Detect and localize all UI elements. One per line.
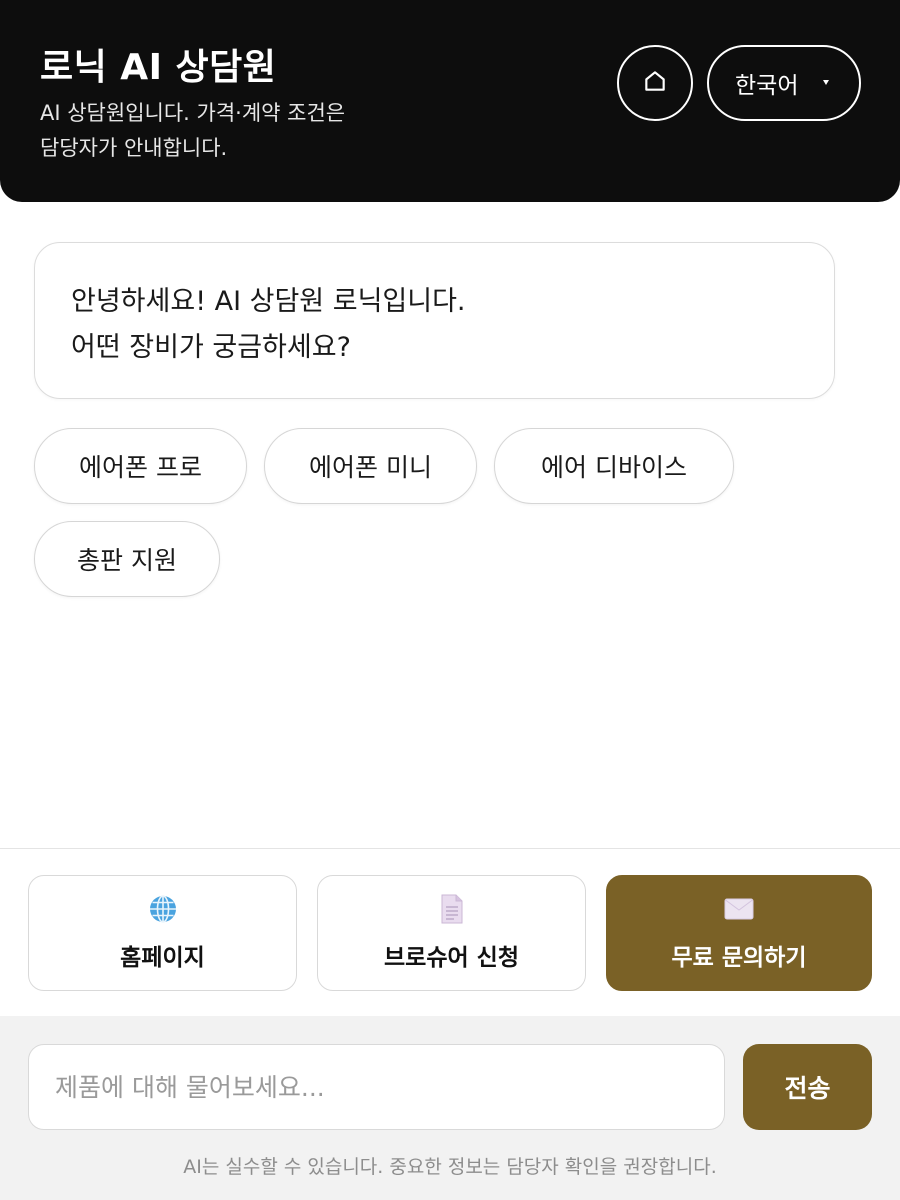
brochure-request-button[interactable]: 브로슈어 신청 — [317, 875, 586, 991]
homepage-label: 홈페이지 — [120, 945, 205, 971]
suggestion-chip-air-device[interactable]: 에어 디바이스 — [494, 428, 734, 504]
header: 로닉 AI 상담원 AI 상담원입니다. 가격·계약 조건은 담당자가 안내합니… — [0, 0, 900, 202]
send-button[interactable]: 전송 — [743, 1044, 872, 1130]
message-line: 어떤 장비가 궁금하세요? — [71, 332, 351, 363]
home-button[interactable] — [617, 45, 693, 121]
suggestion-chip-distributor-support[interactable]: 총판 지원 — [34, 521, 220, 597]
disclaimer: AI는 실수할 수 있습니다. 중요한 정보는 담당자 확인을 권장합니다. — [183, 1156, 717, 1178]
divider — [0, 848, 900, 849]
brochure-label: 브로슈어 신청 — [384, 945, 519, 971]
chat-app: 로닉 AI 상담원 AI 상담원입니다. 가격·계약 조건은 담당자가 안내합니… — [0, 0, 900, 1200]
suggestion-chip-airphone-pro[interactable]: 에어폰 프로 — [34, 428, 247, 504]
homepage-button[interactable]: 홈페이지 — [28, 875, 297, 991]
envelope-icon — [724, 894, 754, 924]
message-input[interactable] — [28, 1044, 725, 1130]
language-selector[interactable]: 한국어 — [707, 45, 861, 121]
header-subtitle: AI 상담원입니다. 가격·계약 조건은 담당자가 안내합니다. — [40, 101, 346, 160]
home-icon — [642, 68, 668, 98]
composer: 전송 AI는 실수할 수 있습니다. 중요한 정보는 담당자 확인을 권장합니다… — [0, 1016, 900, 1200]
page-title: 로닉 AI 상담원 — [40, 47, 277, 88]
document-icon — [440, 894, 464, 924]
globe-icon — [148, 894, 178, 924]
message-line: 안녕하세요! AI 상담원 로닉입니다. — [71, 286, 466, 317]
caret-down-icon — [823, 80, 829, 85]
free-inquiry-button[interactable]: 무료 문의하기 — [606, 875, 872, 991]
free-inquiry-label: 무료 문의하기 — [671, 945, 807, 971]
suggestion-chip-airphone-mini[interactable]: 에어폰 미니 — [264, 428, 477, 504]
assistant-message: 안녕하세요! AI 상담원 로닉입니다. 어떤 장비가 궁금하세요? — [34, 242, 835, 399]
language-label: 한국어 — [735, 73, 799, 99]
